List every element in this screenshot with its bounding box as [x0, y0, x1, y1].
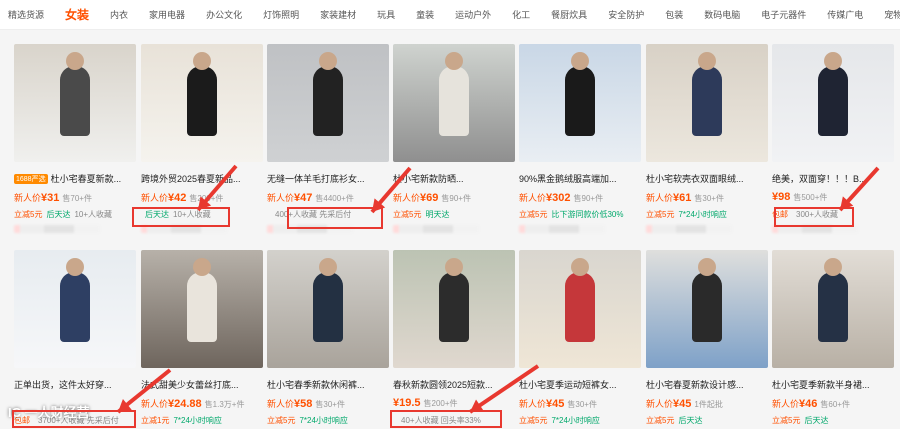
- annotation-arrows: [116, 164, 880, 414]
- arrow-line: [468, 364, 540, 414]
